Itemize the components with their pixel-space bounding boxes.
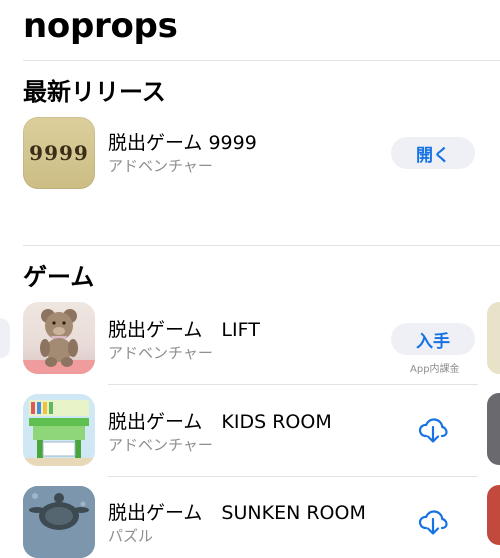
app-icon-kids-room[interactable] xyxy=(23,394,95,466)
app-icon-lift[interactable] xyxy=(23,302,95,374)
app-icon-9999[interactable]: 9999 xyxy=(23,117,95,189)
app-genre: アドベンチャー xyxy=(108,344,213,362)
app-row-sunken-room[interactable]: 脱出ゲーム SUNKEN ROOM パズル xyxy=(0,484,487,558)
row-divider xyxy=(108,476,478,477)
section-title-games: ゲーム xyxy=(23,263,95,291)
kids-room-icon xyxy=(23,394,95,466)
in-app-purchase-note: App内課金 xyxy=(410,364,460,375)
carousel-next-card[interactable] xyxy=(487,393,500,465)
app-icon-9999-label: 9999 xyxy=(29,141,89,165)
app-name: 脱出ゲーム 9999 xyxy=(108,132,257,154)
open-button[interactable]: 開く xyxy=(391,137,475,169)
section-title-latest: 最新リリース xyxy=(23,78,166,106)
header-divider xyxy=(23,60,500,61)
turtle-icon xyxy=(23,486,95,558)
teddy-bear-icon xyxy=(23,309,95,374)
cloud-download-icon[interactable] xyxy=(417,414,449,446)
app-row-lift[interactable]: 脱出ゲーム LIFT アドベンチャー 入手 App内課金 xyxy=(0,300,487,384)
app-icon-sunken-room[interactable] xyxy=(23,486,95,558)
app-name: 脱出ゲーム SUNKEN ROOM xyxy=(108,502,366,524)
developer-name: noprops xyxy=(23,6,178,46)
app-row-kids-room[interactable]: 脱出ゲーム KIDS ROOM アドベンチャー xyxy=(0,392,487,476)
carousel-next-card[interactable] xyxy=(487,485,500,545)
app-genre: アドベンチャー xyxy=(108,436,213,454)
app-genre: パズル xyxy=(108,527,154,545)
cloud-download-icon[interactable] xyxy=(417,506,449,538)
row-divider xyxy=(108,384,478,385)
carousel-next-card[interactable] xyxy=(487,302,500,374)
get-button[interactable]: 入手 xyxy=(391,323,475,355)
app-name: 脱出ゲーム LIFT xyxy=(108,319,260,341)
latest-release-row[interactable]: 9999 脱出ゲーム 9999 アドベンチャー 開く xyxy=(0,115,500,195)
app-genre: アドベンチャー xyxy=(108,157,213,175)
section-divider xyxy=(23,245,500,246)
app-name: 脱出ゲーム KIDS ROOM xyxy=(108,411,332,433)
